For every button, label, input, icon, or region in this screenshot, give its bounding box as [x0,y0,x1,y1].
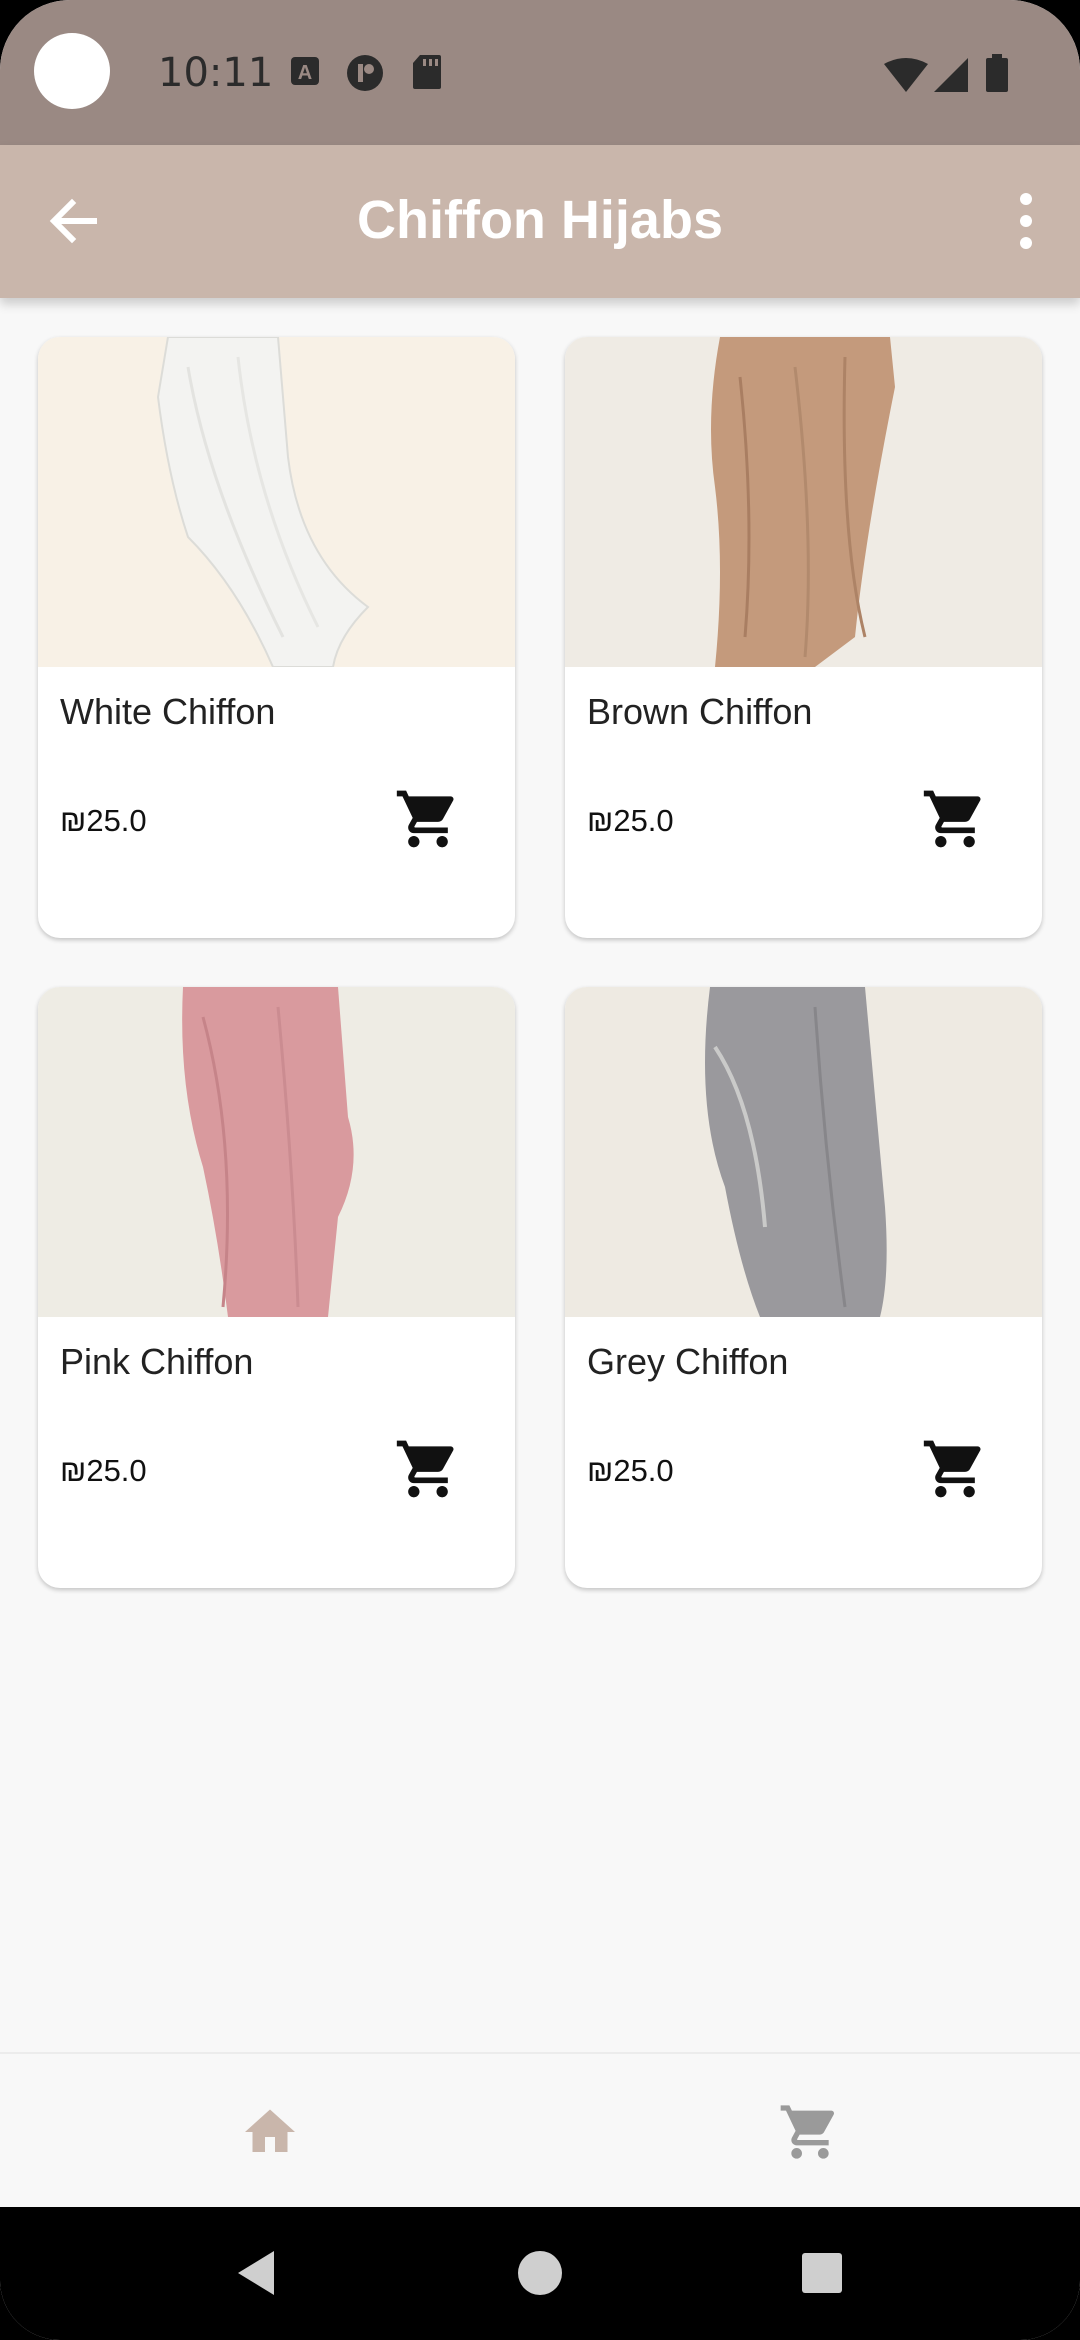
nav-home[interactable] [220,2082,320,2182]
status-time: 10:11 [158,50,274,96]
product-price: ₪25.0 [587,1453,674,1488]
a-badge-icon: A [290,56,320,91]
battery-icon [986,54,1008,97]
page-title: Chiffon Hijabs [357,190,723,250]
product-name: White Chiffon [60,691,276,732]
product-name: Brown Chiffon [587,691,813,732]
product-image [565,987,1042,1317]
nav-cart[interactable] [760,2082,860,2182]
product-name: Pink Chiffon [60,1341,254,1382]
product-image [565,337,1042,667]
system-navigation-bar [0,2207,1080,2340]
at-sign-icon [346,54,384,97]
product-price: ₪25.0 [60,1453,147,1488]
sd-card-icon [412,54,442,95]
overflow-menu-button[interactable] [996,185,1056,257]
system-home-button[interactable] [508,2241,572,2305]
more-vert-icon [1020,193,1032,249]
home-icon [245,2109,295,2152]
add-to-cart-button[interactable] [921,785,989,853]
system-recents-button[interactable] [790,2241,854,2305]
bottom-navigation [0,2052,1080,2207]
system-back-button[interactable] [226,2241,290,2305]
square-recents-icon [802,2253,842,2293]
screen: 10:11 A Chiffon Hijabs White Chiffon ₪25… [0,0,1080,2340]
camera-cutout [34,33,110,109]
product-price: ₪25.0 [60,803,147,838]
product-card-pink-chiffon[interactable]: Pink Chiffon ₪25.0 [38,987,515,1588]
circle-home-icon [518,2251,562,2295]
svg-text:A: A [298,62,312,84]
status-bar: 10:11 A [0,0,1080,145]
triangle-back-icon [238,2251,274,2295]
cart-icon [396,1440,454,1498]
cart-icon [923,1440,981,1498]
product-card-white-chiffon[interactable]: White Chiffon ₪25.0 [38,337,515,938]
signal-icon [934,58,968,97]
product-card-brown-chiffon[interactable]: Brown Chiffon ₪25.0 [565,337,1042,938]
product-price: ₪25.0 [587,803,674,838]
wifi-icon [884,58,928,97]
app-bar: Chiffon Hijabs [0,145,1080,298]
cart-icon [780,2105,835,2159]
product-image [38,337,515,667]
product-image [38,987,515,1317]
product-name: Grey Chiffon [587,1341,789,1382]
cart-icon [923,790,981,848]
add-to-cart-button[interactable] [921,1435,989,1503]
cart-icon [396,790,454,848]
add-to-cart-button[interactable] [394,1435,462,1503]
product-card-grey-chiffon[interactable]: Grey Chiffon ₪25.0 [565,987,1042,1588]
add-to-cart-button[interactable] [394,785,462,853]
